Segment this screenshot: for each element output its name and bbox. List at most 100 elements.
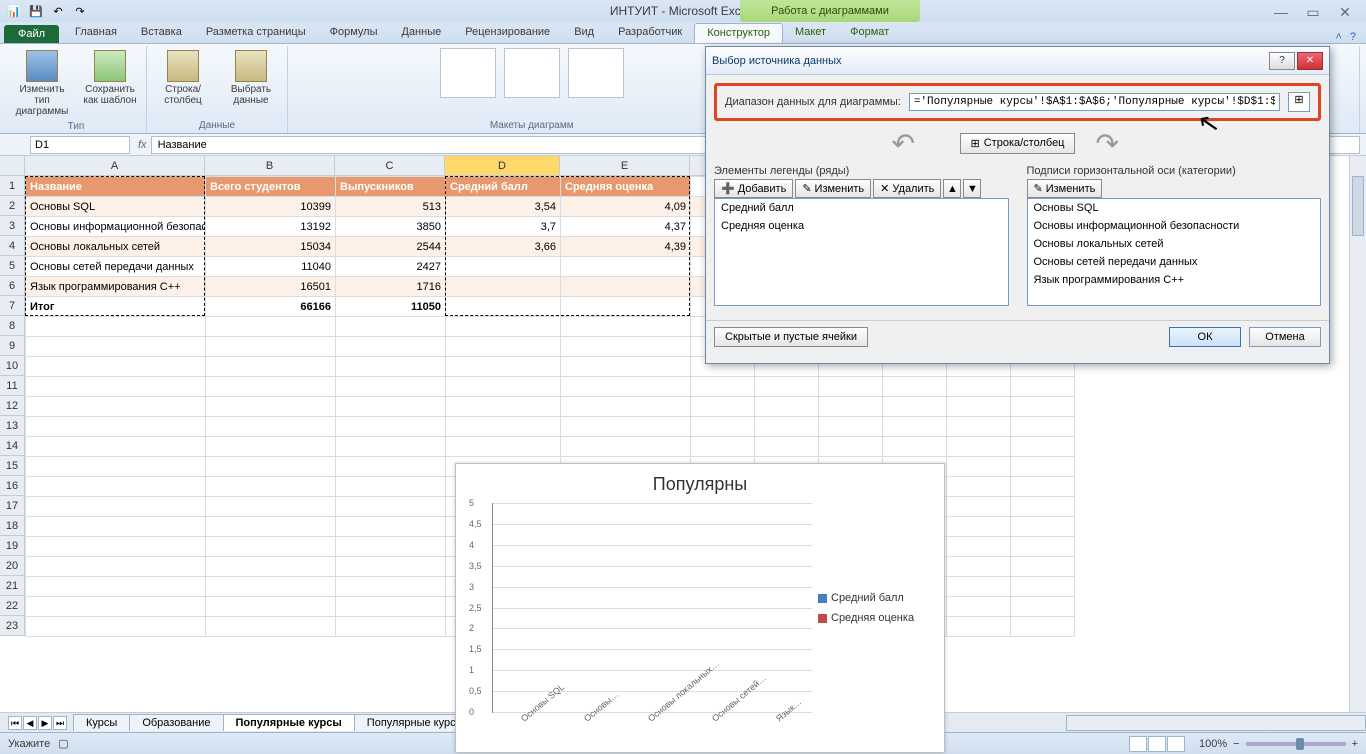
ribbon-tab[interactable]: Рецензирование [453, 23, 562, 43]
ribbon-tab[interactable]: Формат [838, 23, 901, 43]
row-header[interactable]: 12 [0, 396, 25, 416]
hidden-cells-button[interactable]: Скрытые и пустые ячейки [714, 327, 868, 347]
macro-record-icon[interactable]: ▢ [58, 737, 68, 750]
column-header[interactable]: A [25, 156, 205, 176]
column-header[interactable]: D [445, 156, 560, 176]
redo-icon[interactable]: ↷ [70, 2, 90, 20]
ribbon-group-type: Изменить типдиаграммы Сохранитькак шабло… [6, 46, 147, 133]
close-icon[interactable]: ✕ [1334, 4, 1356, 18]
vertical-scrollbar[interactable] [1349, 156, 1366, 712]
row-header[interactable]: 22 [0, 596, 25, 616]
ribbon-tab[interactable]: Данные [389, 23, 453, 43]
save-icon[interactable]: 💾 [26, 2, 46, 20]
row-header[interactable]: 19 [0, 536, 25, 556]
row-header[interactable]: 2 [0, 196, 25, 216]
ribbon-tab[interactable]: Вид [562, 23, 606, 43]
next-sheet-icon[interactable]: ▶ [38, 716, 52, 730]
row-header[interactable]: 7 [0, 296, 25, 316]
list-item[interactable]: Язык программирования C++ [1028, 271, 1321, 289]
horizontal-scrollbar[interactable] [1066, 715, 1366, 731]
row-header[interactable]: 5 [0, 256, 25, 276]
range-picker-icon[interactable]: ⊞ [1288, 92, 1310, 112]
help-icon[interactable]: ? [1350, 31, 1356, 43]
restore-icon[interactable]: ▭ [1302, 4, 1324, 18]
row-header[interactable]: 13 [0, 416, 25, 436]
first-sheet-icon[interactable]: ⏮ [8, 716, 22, 730]
save-template-button[interactable]: Сохранитькак шаблон [80, 48, 140, 119]
switch-row-col-button[interactable]: Строка/столбец [153, 48, 213, 118]
zoom-level[interactable]: 100% [1199, 738, 1227, 750]
sheet-tab[interactable]: Популярные курсы [223, 714, 355, 731]
dialog-help-icon[interactable]: ? [1269, 52, 1295, 70]
remove-series-button[interactable]: ✕Удалить [873, 179, 941, 198]
list-item[interactable]: Основы SQL [1028, 199, 1321, 217]
layout-option[interactable] [568, 48, 624, 98]
layout-option[interactable] [504, 48, 560, 98]
undo-icon[interactable]: ↶ [48, 2, 68, 20]
row-header[interactable]: 17 [0, 496, 25, 516]
categories-listbox[interactable]: Основы SQLОсновы информационной безопасн… [1027, 198, 1322, 306]
zoom-in-icon[interactable]: + [1352, 738, 1358, 750]
zoom-slider[interactable] [1246, 742, 1346, 746]
file-tab[interactable]: Файл [4, 25, 59, 43]
name-box[interactable] [30, 136, 130, 154]
dialog-titlebar[interactable]: Выбор источника данных ? ✕ [706, 47, 1329, 75]
row-header[interactable]: 3 [0, 216, 25, 236]
row-header[interactable]: 18 [0, 516, 25, 536]
move-up-button[interactable]: ▲ [943, 179, 961, 198]
cancel-button[interactable]: Отмена [1249, 327, 1321, 347]
move-down-button[interactable]: ▼ [963, 179, 981, 198]
sheet-tab[interactable]: Курсы [73, 714, 130, 731]
add-series-button[interactable]: ➕Добавить [714, 179, 793, 198]
row-header[interactable]: 16 [0, 476, 25, 496]
list-item[interactable]: Основы локальных сетей [1028, 235, 1321, 253]
ribbon-tab[interactable]: Разметка страницы [194, 23, 318, 43]
ribbon-minimize-icon[interactable]: ˄ [1335, 31, 1341, 43]
switch-row-column-button[interactable]: ⊞Строка/столбец [960, 133, 1076, 154]
row-header[interactable]: 4 [0, 236, 25, 256]
fx-icon[interactable]: fx [138, 139, 147, 151]
row-header[interactable]: 21 [0, 576, 25, 596]
last-sheet-icon[interactable]: ⏭ [53, 716, 67, 730]
prev-sheet-icon[interactable]: ◀ [23, 716, 37, 730]
column-header[interactable]: E [560, 156, 690, 176]
ribbon-tab[interactable]: Конструктор [694, 23, 783, 43]
change-chart-type-button[interactable]: Изменить типдиаграммы [12, 48, 72, 119]
range-input[interactable] [909, 93, 1280, 111]
sheet-tab[interactable]: Образование [129, 714, 223, 731]
list-item[interactable]: Средний балл [715, 199, 1008, 217]
list-item[interactable]: Средняя оценка [715, 217, 1008, 235]
select-all-corner[interactable] [0, 156, 25, 176]
row-header[interactable]: 11 [0, 376, 25, 396]
column-header[interactable]: B [205, 156, 335, 176]
ribbon-group-data: Строка/столбец Выбратьданные Данные [147, 46, 288, 133]
embedded-chart[interactable]: Популярны 00,511,522,533,544,55Основы SQ… [455, 463, 945, 753]
row-header[interactable]: 6 [0, 276, 25, 296]
row-header[interactable]: 15 [0, 456, 25, 476]
column-header[interactable]: C [335, 156, 445, 176]
row-header[interactable]: 8 [0, 316, 25, 336]
row-header[interactable]: 23 [0, 616, 25, 636]
series-listbox[interactable]: Средний баллСредняя оценка [714, 198, 1009, 306]
ok-button[interactable]: ОК [1169, 327, 1241, 347]
row-header[interactable]: 20 [0, 556, 25, 576]
ribbon-tab[interactable]: Разработчик [606, 23, 694, 43]
excel-icon: 📊 [4, 2, 24, 20]
list-item[interactable]: Основы сетей передачи данных [1028, 253, 1321, 271]
ribbon-tab[interactable]: Формулы [318, 23, 390, 43]
row-header[interactable]: 10 [0, 356, 25, 376]
ribbon-tab[interactable]: Главная [63, 23, 129, 43]
list-item[interactable]: Основы информационной безопасности [1028, 217, 1321, 235]
edit-categories-button[interactable]: ✎Изменить [1027, 179, 1103, 198]
zoom-out-icon[interactable]: − [1233, 738, 1239, 750]
edit-series-button[interactable]: ✎Изменить [795, 179, 871, 198]
minimize-icon[interactable]: ― [1270, 4, 1292, 18]
ribbon-tab[interactable]: Вставка [129, 23, 194, 43]
row-header[interactable]: 1 [0, 176, 25, 196]
row-header[interactable]: 9 [0, 336, 25, 356]
row-header[interactable]: 14 [0, 436, 25, 456]
layout-option[interactable] [440, 48, 496, 98]
dialog-close-icon[interactable]: ✕ [1297, 52, 1323, 70]
ribbon-tab[interactable]: Макет [783, 23, 838, 43]
select-data-button[interactable]: Выбратьданные [221, 48, 281, 118]
